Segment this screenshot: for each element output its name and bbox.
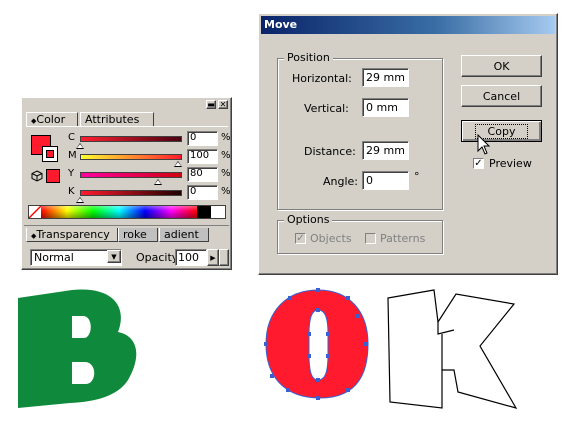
letter-b-shape[interactable]: [18, 289, 137, 408]
opacity-arrow-icon[interactable]: ▶: [207, 249, 219, 266]
distance-label: Distance:: [304, 145, 356, 158]
cursor-arrow-icon: [477, 134, 491, 155]
options-group-label: Options: [284, 213, 333, 226]
tab-stroke[interactable]: roke: [118, 228, 158, 242]
slider-thumb-m[interactable]: [174, 161, 182, 167]
channel-value-m[interactable]: 100: [187, 149, 218, 164]
horizontal-label: Horizontal:: [292, 72, 352, 85]
tab-stroke-label: roke: [123, 228, 147, 241]
gamut-swatch[interactable]: [46, 169, 60, 183]
panel-titlebar[interactable]: [24, 100, 229, 109]
cancel-button[interactable]: Cancel: [461, 85, 542, 107]
channel-value-k[interactable]: 0: [187, 185, 218, 200]
objects-label: Objects: [310, 232, 352, 245]
channel-unit-k: %: [221, 186, 231, 197]
preview-checkbox[interactable]: ✓: [473, 158, 484, 169]
none-swatch-icon[interactable]: [29, 206, 41, 218]
tab-color[interactable]: ◆Color: [26, 112, 78, 126]
slider-thumb-y[interactable]: [154, 179, 163, 185]
channel-label-c: C: [68, 132, 75, 143]
distance-field[interactable]: 29 mm: [362, 141, 409, 160]
tab-gradient[interactable]: adient: [159, 228, 209, 242]
opacity-field[interactable]: 100: [175, 249, 207, 266]
color-panel: ▬ ✕ ◆Color Attributes C 0% M 100% Y 80% K 0% ◆T…: [21, 97, 232, 270]
dialog-title-bar[interactable]: Move: [261, 16, 555, 34]
tab-gradient-label: adient: [164, 228, 199, 241]
slider-thumb-c[interactable]: [76, 143, 84, 149]
minimize-icon[interactable]: ▬: [206, 100, 216, 109]
tab-transparency-label: Transparency: [36, 228, 110, 241]
slider-thumb-k[interactable]: [76, 197, 84, 203]
channel-unit-y: %: [221, 168, 231, 179]
channel-value-c[interactable]: 0: [187, 131, 218, 146]
letter-k-outline[interactable]: [387, 289, 518, 409]
close-icon[interactable]: ✕: [218, 100, 228, 109]
slider-track-k[interactable]: [80, 190, 182, 196]
dialog-title: Move: [264, 18, 298, 31]
artwork-canvas: [18, 288, 518, 409]
patterns-checkbox[interactable]: [365, 233, 376, 244]
blend-mode-select[interactable]: Normal ▼: [30, 249, 122, 266]
tab-color-label: Color: [36, 113, 66, 126]
stroke-swatch[interactable]: [42, 146, 58, 162]
channel-unit-c: %: [221, 132, 231, 143]
tab-divider: [26, 126, 228, 127]
tab-attributes[interactable]: Attributes: [80, 112, 154, 126]
slider-track-c[interactable]: [80, 136, 182, 142]
preview-label: Preview: [489, 157, 532, 170]
panel-resize-icon[interactable]: [219, 249, 229, 266]
channel-label-k: K: [68, 186, 75, 197]
angle-label: Angle:: [323, 175, 359, 188]
ok-button-label: OK: [493, 59, 510, 73]
channel-label-m: M: [68, 150, 77, 161]
color-spectrum[interactable]: [28, 205, 226, 219]
channel-label-y: Y: [68, 168, 75, 179]
vertical-label: Vertical:: [304, 102, 349, 115]
tab-transparency[interactable]: ◆Transparency: [26, 228, 118, 242]
slider-track-y[interactable]: [80, 172, 182, 178]
color-cube-icon[interactable]: [31, 170, 43, 182]
horizontal-field[interactable]: 29 mm: [362, 68, 409, 87]
position-group-label: Position: [284, 51, 333, 64]
patterns-label: Patterns: [380, 232, 426, 245]
slider-track-m[interactable]: [80, 154, 182, 160]
opacity-label: Opacity: [136, 251, 179, 264]
vertical-field[interactable]: 0 mm: [362, 98, 409, 117]
tab-attributes-label: Attributes: [85, 113, 140, 126]
angle-unit: °: [414, 170, 420, 183]
move-dialog: Move Position Horizontal: 29 mm Vertical…: [258, 13, 558, 275]
cancel-button-label: Cancel: [482, 89, 521, 103]
ok-button[interactable]: OK: [461, 55, 542, 77]
copy-button[interactable]: Copy: [461, 120, 542, 142]
channel-unit-m: %: [221, 150, 231, 161]
channel-value-y[interactable]: 80: [187, 167, 218, 182]
objects-checkbox[interactable]: ✓: [295, 233, 306, 244]
blend-mode-value: Normal: [34, 251, 74, 264]
dropdown-arrow-icon[interactable]: ▼: [107, 250, 121, 263]
angle-field[interactable]: 0: [362, 171, 409, 190]
